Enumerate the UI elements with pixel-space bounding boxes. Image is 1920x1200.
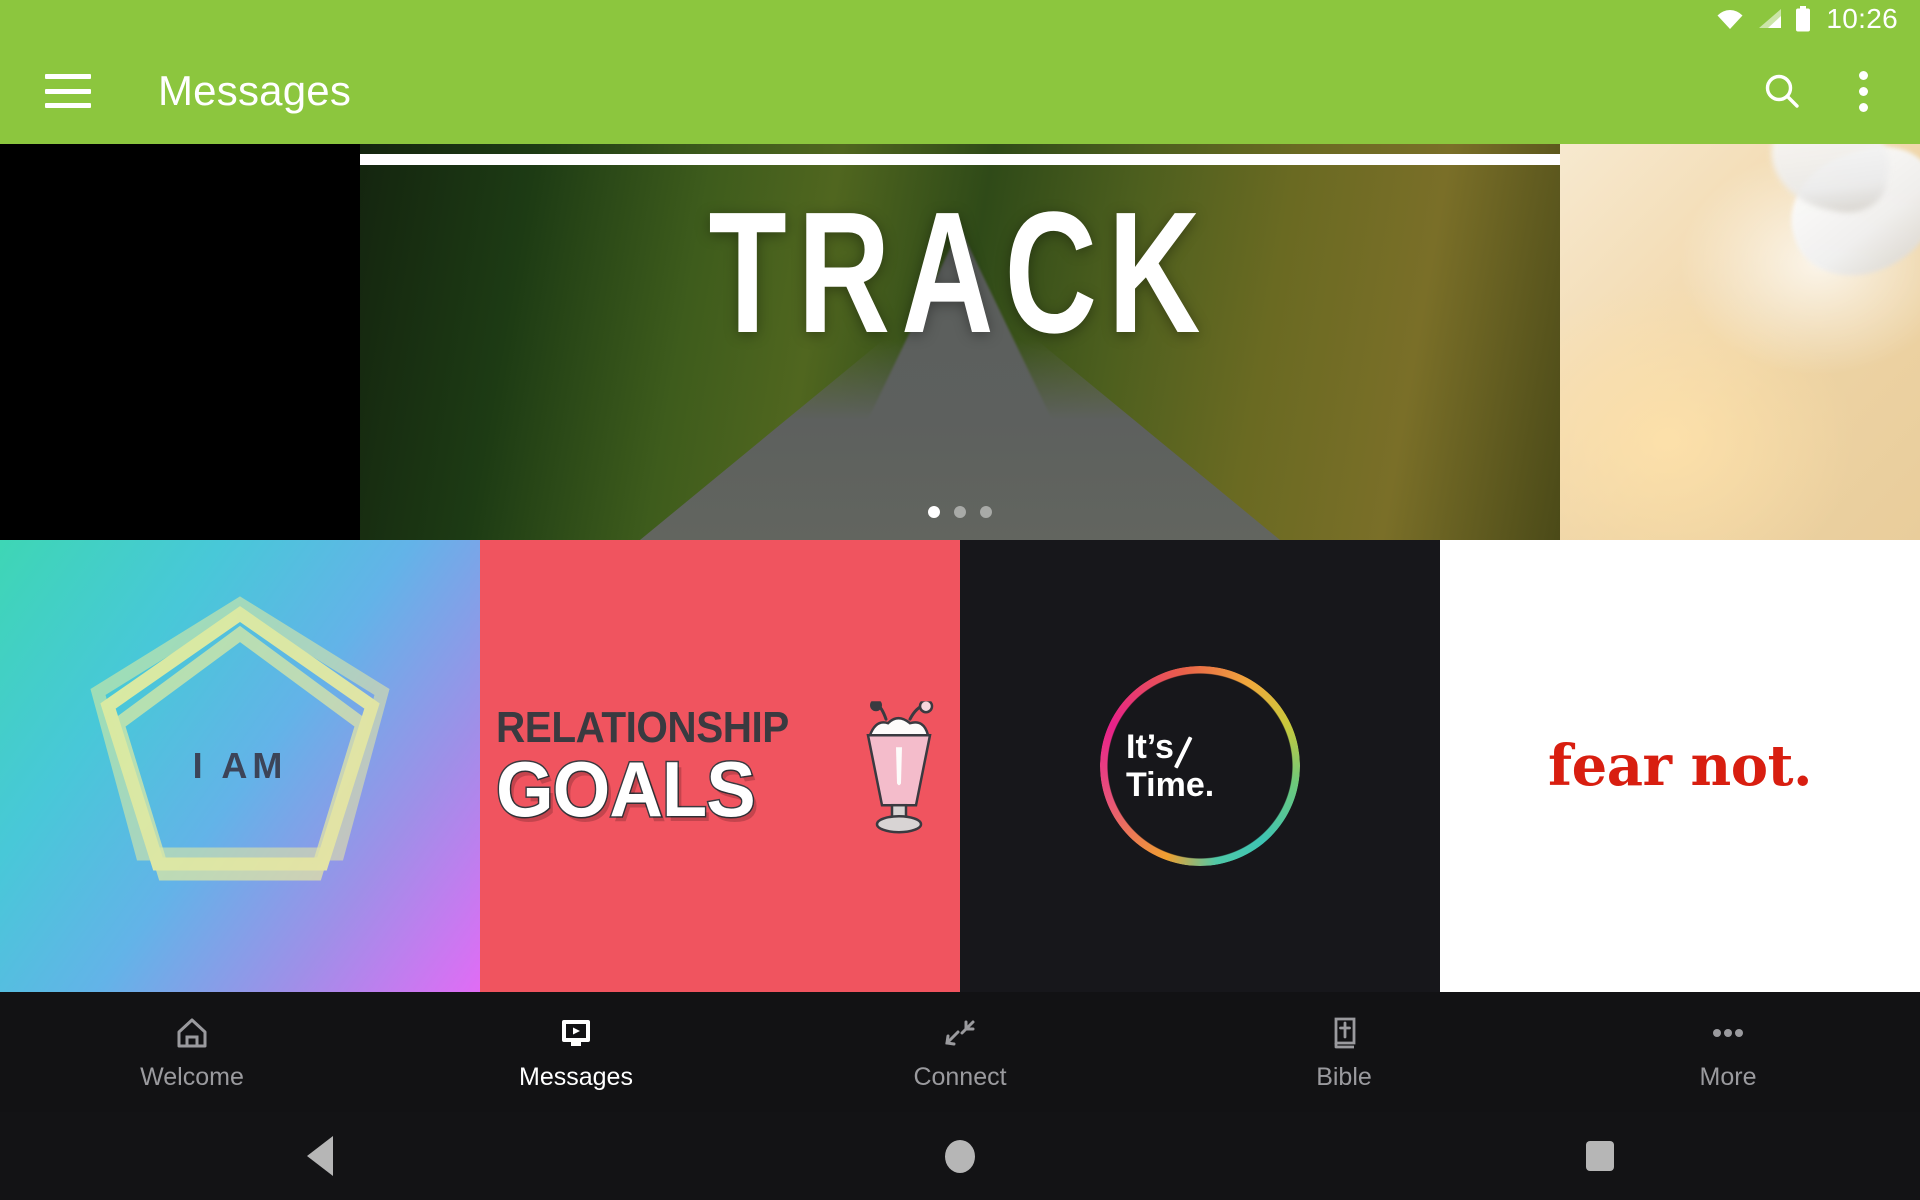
status-bar: 10:26 — [0, 0, 1920, 38]
carousel-slide-active[interactable]: TRACK — [360, 144, 1560, 540]
carousel-slide-next[interactable] — [1560, 144, 1920, 540]
tile-fear-not[interactable]: fear not. — [1440, 540, 1920, 992]
home-icon — [172, 1012, 212, 1054]
overflow-menu-icon[interactable] — [1845, 65, 1882, 118]
carousel-dot[interactable] — [928, 506, 940, 518]
message-series-grid: I AM RELATIONSHIP GOALS It’s Time. fear … — [0, 540, 1920, 992]
bible-book-icon — [1324, 1012, 1364, 1054]
home-circle-icon — [945, 1139, 975, 1173]
nav-item-connect[interactable]: Connect — [768, 992, 1152, 1112]
carousel-slide-previous[interactable] — [0, 144, 360, 540]
nav-label-more: More — [1699, 1063, 1757, 1091]
recents-square-icon — [1586, 1141, 1614, 1171]
nav-label-bible: Bible — [1316, 1063, 1372, 1091]
battery-icon — [1794, 6, 1812, 32]
nav-item-welcome[interactable]: Welcome — [0, 992, 384, 1112]
tile-its-time[interactable]: It’s Time. — [960, 540, 1440, 992]
tile-relationship-goals[interactable]: RELATIONSHIP GOALS — [480, 540, 960, 992]
app-bar: Messages — [0, 38, 1920, 144]
connect-arrows-icon — [940, 1012, 980, 1054]
nav-item-messages[interactable]: Messages — [384, 992, 768, 1112]
carousel-dot[interactable] — [954, 506, 966, 518]
nav-item-more[interactable]: More — [1536, 992, 1920, 1112]
slash-icon — [1173, 736, 1193, 769]
wifi-icon — [1715, 7, 1745, 31]
video-screen-icon — [556, 1012, 596, 1054]
slide-top-bar — [360, 154, 1560, 165]
carousel-dot[interactable] — [980, 506, 992, 518]
tile-fear-not-label: fear not. — [1548, 733, 1812, 799]
milkshake-icon — [866, 701, 934, 834]
bottom-navigation: Welcome Messages Connect Bible More — [0, 992, 1920, 1112]
more-dots-icon — [1706, 1012, 1750, 1054]
tile-its-time-line2: Time. — [1126, 766, 1215, 804]
back-triangle-icon — [307, 1136, 333, 1176]
carousel-slide-title: TRACK — [708, 176, 1212, 370]
tile-its-time-text: It’s Time. — [1126, 728, 1266, 804]
tile-i-am[interactable]: I AM — [0, 540, 480, 992]
status-bar-clock: 10:26 — [1826, 3, 1898, 34]
tile-its-time-line1: It’s — [1126, 727, 1174, 766]
nav-item-bible[interactable]: Bible — [1152, 992, 1536, 1112]
featured-carousel[interactable]: TRACK — [0, 144, 1920, 540]
carousel-page-indicator — [360, 506, 1560, 518]
sys-home-button[interactable] — [640, 1139, 1280, 1173]
sys-recents-button[interactable] — [1280, 1141, 1920, 1171]
nav-label-messages: Messages — [519, 1063, 633, 1091]
sys-back-button[interactable] — [0, 1136, 640, 1176]
page-title: Messages — [158, 67, 352, 114]
nav-label-welcome: Welcome — [140, 1063, 244, 1091]
tile-i-am-label: I AM — [192, 745, 288, 786]
hamburger-menu-icon[interactable] — [45, 74, 91, 108]
search-icon[interactable] — [1761, 70, 1803, 112]
android-system-nav — [0, 1112, 1920, 1200]
cellular-signal-icon — [1756, 7, 1783, 31]
app-bar-actions — [1761, 65, 1920, 118]
android-screen: 10:26 Messages TRACK I AM RELATIONSHIP G… — [0, 0, 1920, 1200]
nav-label-connect: Connect — [913, 1063, 1007, 1091]
